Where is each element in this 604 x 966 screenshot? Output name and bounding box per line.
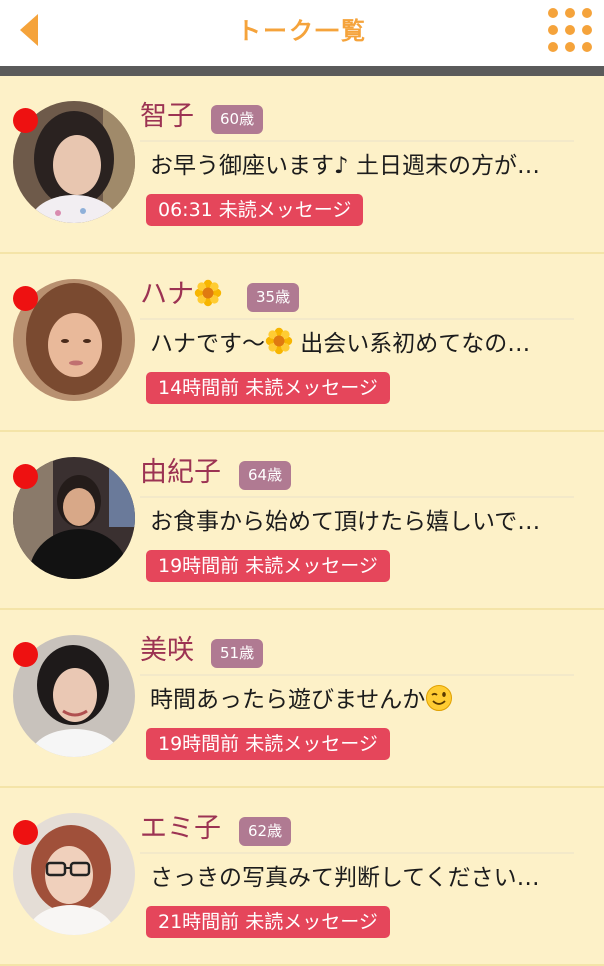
contact-name: エミ子 bbox=[140, 813, 221, 844]
message-preview: ハナです〜 出会い系初めてなの… bbox=[150, 327, 530, 361]
contact-name: 智子 bbox=[140, 101, 194, 132]
unread-badge: 19時間前 未読メッセージ bbox=[146, 728, 390, 760]
unread-badge: 14時間前 未読メッセージ bbox=[146, 372, 390, 404]
talk-item[interactable]: 美咲 51歳 時間あったら遊びませんか 19時間前 未読メッセージ bbox=[0, 610, 604, 788]
flower-emoji-icon bbox=[265, 327, 293, 355]
age-tag: 35歳 bbox=[247, 283, 300, 312]
talk-item[interactable]: 由紀子 64歳 お食事から始めて頂けたら嬉しいで… 19時間前 未読メッセージ bbox=[0, 432, 604, 610]
contact-name-text: ハナ bbox=[140, 279, 194, 310]
row-separator bbox=[140, 852, 574, 854]
talk-item[interactable]: 智子 60歳 お早う御座います♪ 土日週末の方が… 06:31 未読メッセージ bbox=[0, 76, 604, 254]
app-header: トーク一覧 bbox=[0, 0, 604, 66]
unread-dot bbox=[13, 286, 38, 311]
row-separator bbox=[140, 318, 574, 320]
row-separator bbox=[140, 496, 574, 498]
age-tag: 64歳 bbox=[239, 461, 292, 490]
message-preview: お食事から始めて頂けたら嬉しいで… bbox=[150, 509, 541, 535]
age-tag: 60歳 bbox=[211, 105, 264, 134]
message-preview: お早う御座います♪ 土日週末の方が… bbox=[150, 153, 540, 179]
row-separator bbox=[140, 674, 574, 676]
age-tag: 51歳 bbox=[211, 639, 264, 668]
talk-list: 智子 60歳 お早う御座います♪ 土日週末の方が… 06:31 未読メッセージ … bbox=[0, 76, 604, 966]
contact-name: 由紀子 bbox=[140, 457, 221, 488]
contact-name: 美咲 bbox=[140, 635, 194, 666]
message-text: 時間あったら遊びませんか bbox=[150, 687, 426, 713]
message-prefix: ハナです〜 bbox=[150, 331, 265, 357]
talk-item[interactable]: ハナ 35歳 ハナです〜 出会い系初めてなの… 14時間前 未読メッセージ bbox=[0, 254, 604, 432]
page-title: トーク一覧 bbox=[237, 17, 367, 45]
age-tag: 62歳 bbox=[239, 817, 292, 846]
unread-badge: 19時間前 未読メッセージ bbox=[146, 550, 390, 582]
message-text: 出会い系初めてなの… bbox=[293, 331, 531, 357]
unread-dot bbox=[13, 642, 38, 667]
contact-name: ハナ bbox=[140, 278, 222, 312]
row-separator bbox=[140, 140, 574, 142]
unread-dot bbox=[13, 820, 38, 845]
message-preview: さっきの写真みて判断してください… bbox=[150, 865, 540, 891]
unread-badge: 06:31 未読メッセージ bbox=[146, 194, 364, 226]
wink-emoji-icon bbox=[426, 685, 453, 711]
unread-dot bbox=[13, 464, 38, 489]
talk-item[interactable]: エミ子 62歳 さっきの写真みて判断してください… 21時間前 未読メッセージ bbox=[0, 788, 604, 966]
header-divider bbox=[0, 66, 604, 76]
unread-badge: 21時間前 未読メッセージ bbox=[146, 906, 390, 938]
grid-menu-button[interactable] bbox=[546, 6, 594, 54]
unread-dot bbox=[13, 108, 38, 133]
flower-emoji-icon bbox=[194, 279, 222, 307]
message-preview: 時間あったら遊びませんか bbox=[150, 683, 453, 717]
